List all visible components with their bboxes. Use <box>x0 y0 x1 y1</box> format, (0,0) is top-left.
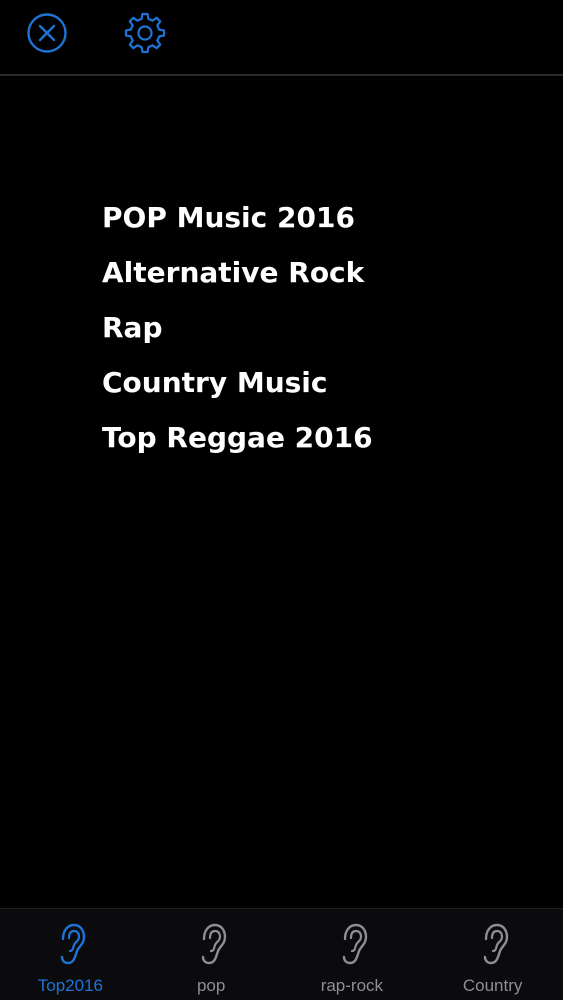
genre-list: POP Music 2016 Alternative Rock Rap Coun… <box>102 190 373 465</box>
tab-top2016[interactable]: Top2016 <box>0 909 141 1000</box>
gear-icon <box>124 12 166 54</box>
tab-pop[interactable]: pop <box>141 909 282 1000</box>
close-button[interactable] <box>24 10 70 56</box>
tab-label: rap-rock <box>320 976 384 995</box>
genre-item-country-music[interactable]: Country Music <box>102 355 373 410</box>
genre-item-pop-music-2016[interactable]: POP Music 2016 <box>102 190 373 245</box>
tab-label: pop <box>196 976 226 995</box>
tab-bar: Top2016 pop rap-rock Country <box>0 908 563 1000</box>
ear-icon <box>195 921 227 967</box>
genre-item-alternative-rock[interactable]: Alternative Rock <box>102 245 373 300</box>
tab-label: Country <box>462 976 523 995</box>
genre-item-rap[interactable]: Rap <box>102 300 373 355</box>
ear-icon <box>336 921 368 967</box>
settings-button[interactable] <box>122 10 168 56</box>
close-circle-icon <box>27 13 67 53</box>
tab-country[interactable]: Country <box>422 909 563 1000</box>
top-bar <box>0 0 563 76</box>
genre-item-top-reggae-2016[interactable]: Top Reggae 2016 <box>102 410 373 465</box>
tab-rap-rock[interactable]: rap-rock <box>282 909 423 1000</box>
ear-icon <box>54 921 86 967</box>
tab-label: Top2016 <box>37 976 103 995</box>
ear-icon <box>477 921 509 967</box>
